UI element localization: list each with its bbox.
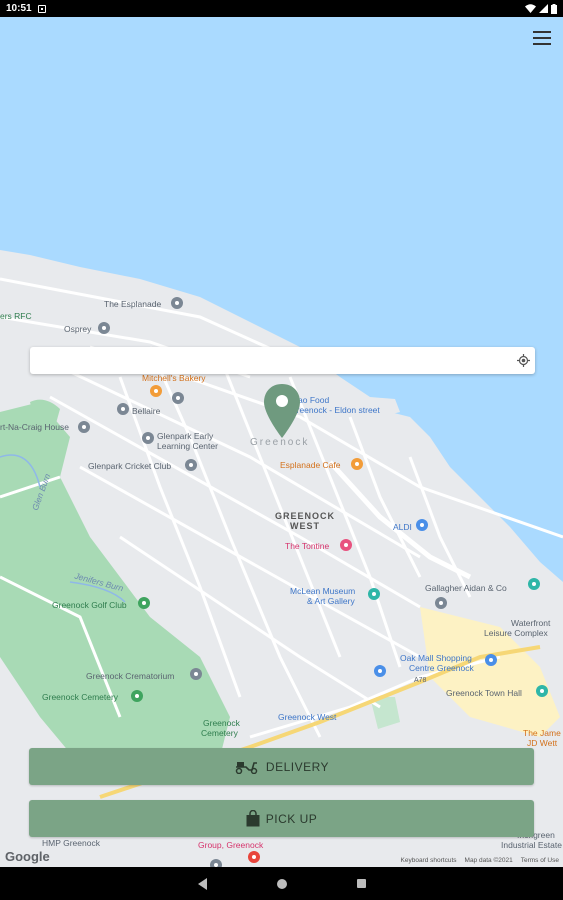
cemetery-icon[interactable] [131, 690, 143, 702]
terms-link[interactable]: Terms of Use [521, 857, 559, 864]
town-hall-icon[interactable] [536, 685, 548, 697]
map-label: Greenock - Eldon street [290, 405, 380, 415]
location-pin-icon [264, 384, 300, 438]
shop-icon[interactable] [485, 654, 497, 666]
map-view[interactable]: The Esplanade Osprey ers RFC Mitchell's … [0, 17, 563, 867]
map-poi-icon[interactable] [171, 297, 183, 309]
menu-bar [533, 37, 551, 39]
menu-bar [533, 43, 551, 45]
shop-icon[interactable] [416, 519, 428, 531]
status-bar: 10:51 [0, 0, 563, 17]
map-poi-icon[interactable] [210, 859, 222, 867]
map-poi-icon[interactable] [117, 403, 129, 415]
restaurant-icon[interactable] [150, 385, 162, 397]
pickup-button[interactable]: PICK UP [29, 800, 534, 837]
shopping-bag-icon [246, 810, 260, 827]
map-label: Gallagher Aidan & Co [425, 583, 507, 593]
map-label: Greenock Town Hall [446, 688, 522, 698]
map-poi-icon[interactable] [528, 578, 540, 590]
map-label: JD Wett [527, 738, 558, 748]
museum-icon[interactable] [368, 588, 380, 600]
golf-icon[interactable] [138, 597, 150, 609]
map-label: GREENOCK WEST [275, 511, 335, 531]
map-poi-icon[interactable] [98, 322, 110, 334]
map-label: Cemetery [201, 728, 238, 738]
map-label: HMP Greenock [42, 838, 100, 848]
map-label: ers RFC [0, 311, 32, 321]
map-label: Leisure Complex [484, 628, 548, 638]
status-icons [525, 3, 557, 14]
map-label: The Esplanade [104, 299, 162, 309]
map-label: McLean Museum [290, 586, 356, 596]
map-poi-icon[interactable] [435, 597, 447, 609]
shop-icon[interactable] [374, 665, 386, 677]
signal-icon [539, 4, 548, 13]
cafe-icon[interactable] [351, 458, 363, 470]
map-label: Greenock [203, 718, 240, 728]
map-label: The Jame [523, 728, 561, 738]
map-label: Learning Center [157, 441, 218, 451]
battery-icon [551, 3, 557, 14]
delivery-button[interactable]: DELIVERY [29, 748, 534, 785]
wifi-icon [525, 4, 536, 13]
map-label: Centre Greenock [409, 663, 474, 673]
menu-icon[interactable] [533, 31, 551, 45]
map-label: rt-Na-Craig House [0, 422, 69, 432]
pickup-label: PICK UP [265, 811, 318, 826]
map-label: Greenock Cemetery [42, 692, 119, 702]
notification-icon [37, 4, 46, 13]
google-logo: Google [5, 849, 50, 864]
keyboard-shortcuts-link[interactable]: Keyboard shortcuts [401, 857, 457, 864]
home-icon[interactable] [276, 878, 287, 889]
hotel-icon[interactable] [340, 539, 352, 551]
map-label-line: GREENOCK [275, 511, 336, 521]
map-label: Industrial Estate [501, 840, 562, 850]
map-label: The Tontine [285, 541, 330, 551]
map-poi-icon[interactable] [78, 421, 90, 433]
map-label: Greenock West [278, 712, 337, 722]
map-label: Bellaire [132, 406, 161, 416]
map-poi-icon[interactable] [190, 668, 202, 680]
map-label: Group, Greenock [198, 840, 264, 850]
map-center-label: Greenock [250, 437, 310, 448]
navigation-bar [0, 867, 563, 900]
map-label: Mitchell's Bakery [142, 373, 206, 383]
recent-apps-icon[interactable] [356, 879, 366, 888]
search-bar[interactable] [30, 347, 535, 374]
map-label: Greenock Golf Club [52, 600, 127, 610]
map-label: Esplanade Cafe [280, 460, 341, 470]
map-label: Oak Mall Shopping [400, 653, 472, 663]
status-time: 10:51 [6, 3, 32, 14]
map-poi-icon[interactable] [185, 459, 197, 471]
delivery-label: DELIVERY [265, 759, 330, 774]
map-label: Osprey [64, 324, 92, 334]
map-label: & Art Gallery [307, 596, 355, 606]
back-icon[interactable] [197, 877, 207, 890]
app-screen: 10:51 The Esplanade Osprey ers RFC Mitch… [0, 0, 563, 900]
map-label: A78 [414, 677, 427, 684]
my-location-icon[interactable] [517, 354, 530, 367]
map-label: ALDI [393, 522, 412, 532]
map-data-text: Map data ©2021 [464, 857, 513, 864]
map-poi-icon[interactable] [142, 432, 154, 444]
map-label: Glenpark Cricket Club [88, 461, 172, 471]
menu-bar [533, 31, 551, 33]
map-label: Greenock Crematorium [86, 671, 175, 681]
map-poi-icon[interactable] [248, 851, 260, 863]
map-label: Glenpark Early [157, 431, 214, 441]
scooter-icon [234, 760, 260, 774]
address-search-input[interactable] [30, 347, 500, 374]
map-label-line: WEST [290, 521, 320, 531]
map-footer: Keyboard shortcuts Map data ©2021 Terms … [401, 857, 559, 864]
map-poi-icon[interactable] [172, 392, 184, 404]
map-label: Waterfront [511, 618, 551, 628]
